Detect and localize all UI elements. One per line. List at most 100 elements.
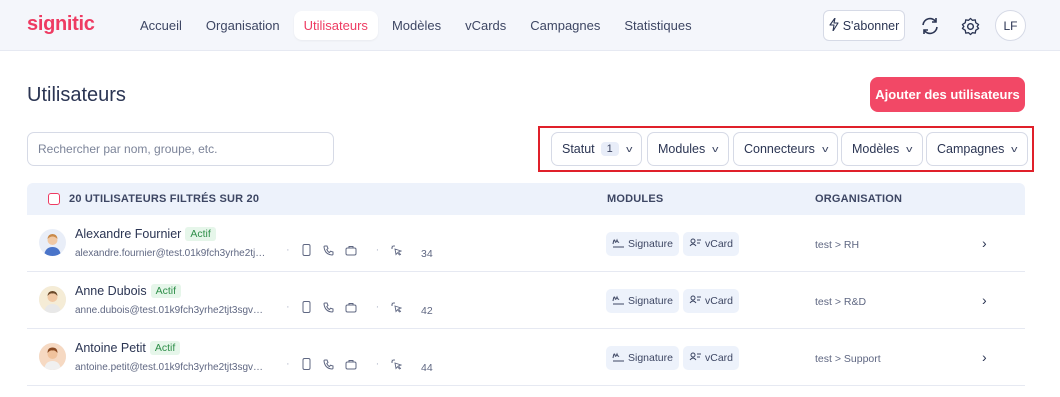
user-name-text: Anne Dubois bbox=[75, 284, 147, 298]
signitic-logo[interactable]: signitic bbox=[27, 13, 95, 36]
top-navigation: signitic Accueil Organisation Utilisateu… bbox=[0, 0, 1060, 51]
filter-connecteurs-label: Connecteurs bbox=[744, 142, 815, 156]
status-badge: Actif bbox=[150, 284, 181, 298]
filter-campagnes-label: Campagnes bbox=[937, 142, 1005, 156]
module-vcard-label: vCard bbox=[705, 352, 734, 364]
signature-icon bbox=[612, 237, 625, 251]
user-organisation: test > R&D bbox=[815, 296, 867, 308]
phone-icon bbox=[318, 245, 340, 256]
phone-icon bbox=[318, 302, 340, 313]
briefcase-icon bbox=[340, 359, 362, 370]
chevron-down-icon: v bbox=[712, 144, 719, 154]
module-signature-pill: Signature bbox=[606, 346, 679, 370]
nav-item-organisation[interactable]: Organisation bbox=[196, 11, 290, 40]
main-nav: Accueil Organisation Utilisateurs Modèle… bbox=[130, 11, 702, 40]
briefcase-icon bbox=[340, 245, 362, 256]
user-email: anne.dubois@test.01k9fch3yrhe2tjt3sgvgjt… bbox=[75, 305, 268, 316]
user-email: alexandre.fournier@test.01k9fch3yrhe2tjt… bbox=[75, 248, 268, 259]
avatar bbox=[39, 286, 66, 313]
modules-column-header: MODULES bbox=[607, 193, 664, 205]
nav-item-campagnes[interactable]: Campagnes bbox=[520, 11, 610, 40]
filter-modules-label: Modules bbox=[658, 142, 706, 156]
user-channels: · · bbox=[280, 301, 407, 313]
status-badge: Actif bbox=[149, 341, 181, 355]
subscribe-button[interactable]: S'abonner bbox=[823, 10, 905, 41]
user-channels: · · bbox=[280, 358, 407, 370]
click-count: 44 bbox=[421, 362, 433, 374]
table-row[interactable]: Anne Dubois Actif anne.dubois@test.01k9fc… bbox=[27, 272, 1025, 329]
vcard-icon bbox=[689, 351, 702, 365]
user-name: Anne Dubois Actif bbox=[75, 284, 181, 298]
user-email: antoine.petit@test.01k9fch3yrhe2tjt3sgvg… bbox=[75, 362, 268, 373]
module-signature-label: Signature bbox=[628, 238, 673, 250]
table-row[interactable]: Alexandre Fournier Actif alexandre.fourni… bbox=[27, 215, 1025, 272]
nav-item-accueil[interactable]: Accueil bbox=[130, 11, 192, 40]
vcard-icon bbox=[689, 237, 702, 251]
filter-connecteurs[interactable]: Connecteurs v bbox=[733, 132, 839, 166]
separator-dot: · bbox=[375, 301, 380, 313]
filter-campagnes[interactable]: Campagnes v bbox=[926, 132, 1028, 166]
add-users-button[interactable]: Ajouter des utilisateurs bbox=[870, 77, 1025, 112]
nav-item-modeles[interactable]: Modèles bbox=[382, 11, 451, 40]
search-input[interactable] bbox=[27, 132, 334, 166]
filter-modeles[interactable]: Modèles v bbox=[841, 132, 923, 166]
table-row[interactable]: Antoine Petit Actif antoine.petit@test.01… bbox=[27, 329, 1025, 386]
user-organisation: test > RH bbox=[815, 239, 860, 251]
click-count: 42 bbox=[421, 305, 433, 317]
user-name-text: Alexandre Fournier bbox=[75, 227, 182, 241]
organisation-column-header: ORGANISATION bbox=[815, 193, 903, 205]
avatar bbox=[39, 343, 66, 370]
phone-icon bbox=[318, 359, 340, 370]
mobile-icon bbox=[296, 301, 318, 313]
separator-dot: · bbox=[286, 301, 290, 313]
filter-modules[interactable]: Modules v bbox=[647, 132, 729, 166]
nav-item-vcards[interactable]: vCards bbox=[455, 11, 516, 40]
user-count-header: 20 UTILISATEURS FILTRÉS SUR 20 bbox=[69, 193, 260, 205]
nav-item-statistiques[interactable]: Statistiques bbox=[614, 11, 701, 40]
filter-modeles-label: Modèles bbox=[852, 142, 900, 156]
status-badge: Actif bbox=[185, 227, 216, 241]
avatar bbox=[39, 229, 66, 256]
select-all-checkbox[interactable] bbox=[48, 193, 60, 205]
user-avatar[interactable]: LF bbox=[995, 10, 1026, 41]
module-signature-pill: Signature bbox=[606, 289, 679, 313]
filter-statut-label: Statut bbox=[562, 142, 595, 156]
sync-icon[interactable] bbox=[918, 14, 942, 38]
module-signature-pill: Signature bbox=[606, 232, 679, 256]
nav-item-utilisateurs[interactable]: Utilisateurs bbox=[293, 11, 378, 40]
subscribe-label: S'abonner bbox=[842, 18, 900, 33]
signature-icon bbox=[612, 294, 625, 308]
module-vcard-pill: vCard bbox=[683, 289, 740, 313]
module-signature-label: Signature bbox=[628, 352, 673, 364]
chevron-down-icon: v bbox=[625, 144, 633, 154]
module-vcard-label: vCard bbox=[705, 238, 734, 250]
module-vcard-pill: vCard bbox=[683, 232, 740, 256]
chevron-right-icon[interactable]: › bbox=[982, 292, 987, 308]
gear-icon[interactable] bbox=[958, 14, 982, 38]
table-header: 20 UTILISATEURS FILTRÉS SUR 20 MODULES O… bbox=[27, 183, 1025, 215]
module-signature-label: Signature bbox=[628, 295, 673, 307]
user-name: Alexandre Fournier Actif bbox=[75, 227, 216, 241]
separator-dot: · bbox=[375, 358, 380, 370]
chevron-right-icon[interactable]: › bbox=[982, 235, 987, 251]
vcard-icon bbox=[689, 294, 702, 308]
click-count: 34 bbox=[421, 248, 433, 260]
separator-dot: · bbox=[286, 244, 290, 256]
separator-dot: · bbox=[286, 358, 290, 370]
chevron-down-icon: v bbox=[1011, 144, 1018, 154]
lightning-icon bbox=[829, 16, 839, 34]
module-vcard-pill: vCard bbox=[683, 346, 740, 370]
mobile-icon bbox=[296, 244, 318, 256]
user-name-text: Antoine Petit bbox=[75, 341, 146, 355]
filter-statut[interactable]: Statut 1 v bbox=[551, 132, 643, 166]
filter-statut-count: 1 bbox=[600, 142, 619, 156]
click-icon bbox=[385, 301, 407, 313]
signature-icon bbox=[612, 351, 625, 365]
chevron-right-icon[interactable]: › bbox=[982, 349, 987, 365]
chevron-down-icon: v bbox=[906, 144, 913, 154]
user-channels: · · bbox=[280, 244, 407, 256]
click-icon bbox=[385, 244, 407, 256]
mobile-icon bbox=[296, 358, 318, 370]
module-vcard-label: vCard bbox=[705, 295, 734, 307]
briefcase-icon bbox=[340, 302, 362, 313]
